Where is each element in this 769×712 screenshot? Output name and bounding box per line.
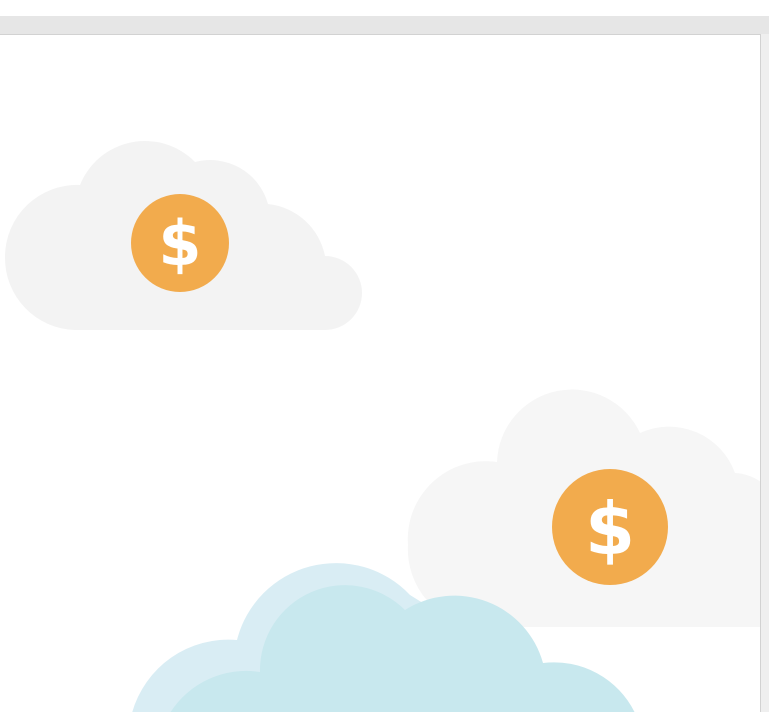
header-band	[0, 16, 769, 34]
dollar-symbol: $	[158, 207, 201, 280]
dollar-coin-icon-top: $	[131, 194, 229, 292]
illustration-frame: $ $	[0, 34, 761, 712]
scrollbar-track[interactable]	[761, 34, 769, 712]
money-clouds-illustration: $ $	[4, 140, 760, 712]
top-bar	[0, 0, 769, 16]
dollar-symbol: $	[585, 487, 635, 571]
dollar-coin-icon-right: $	[552, 469, 668, 585]
